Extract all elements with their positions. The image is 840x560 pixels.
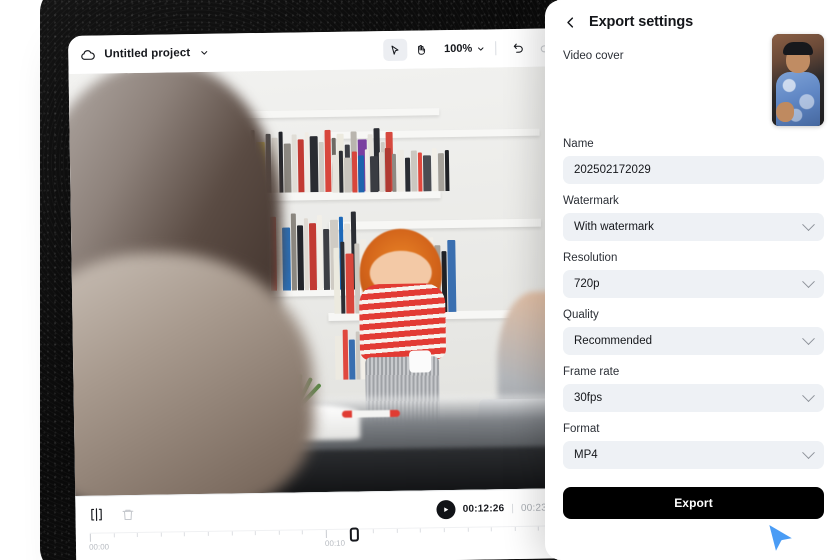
ruler-label-0: 00:00 [88, 542, 110, 552]
export-button[interactable]: Export [563, 487, 824, 519]
hand-icon [415, 43, 428, 56]
current-time-label: 00:12:26 [462, 502, 505, 515]
format-select[interactable]: MP4 [563, 441, 824, 469]
hand-tool-button[interactable] [409, 38, 433, 60]
name-input[interactable]: 202502172029 [563, 156, 824, 184]
export-settings-panel: Export settings Video cover Name 2025021… [545, 0, 840, 560]
ruler-label-1: 00:10 [324, 538, 346, 549]
editor-toolbar: Untitled project 100% [68, 28, 569, 74]
frame-rate-select[interactable]: 30fps [563, 384, 824, 412]
trash-icon[interactable] [121, 508, 134, 521]
quality-label: Quality [563, 309, 599, 321]
resolution-select[interactable]: 720p [563, 270, 824, 298]
field-watermark: Watermark With watermark [563, 195, 824, 241]
toolbar-divider [495, 41, 497, 56]
watermark-select[interactable]: With watermark [563, 213, 824, 241]
project-chevron-down-icon[interactable] [199, 48, 209, 58]
format-value: MP4 [574, 449, 598, 461]
quality-select[interactable]: Recommended [563, 327, 824, 355]
export-settings-form: Name 202502172029 Watermark With waterma… [545, 138, 840, 469]
watermark-value: With watermark [574, 221, 654, 233]
undo-icon [512, 41, 525, 54]
timeline-panel: 00:12:26 | 00:23:21 00:00 00:10 [75, 488, 576, 560]
chevron-down-icon [802, 388, 815, 402]
frame-rate-label: Frame rate [563, 366, 620, 378]
select-tool-button[interactable] [382, 38, 408, 62]
zoom-control[interactable]: 100% [444, 42, 485, 55]
chevron-down-icon [802, 445, 815, 459]
split-clip-icon[interactable] [89, 508, 103, 522]
watermark-label: Watermark [563, 195, 619, 207]
video-frame-image [68, 66, 576, 496]
field-name: Name 202502172029 [563, 138, 824, 184]
quality-value: Recommended [574, 335, 652, 347]
chevron-down-icon [802, 331, 815, 345]
field-resolution: Resolution 720p [563, 252, 824, 298]
field-frame-rate: Frame rate 30fps [563, 366, 824, 412]
cloud-icon [80, 47, 95, 62]
time-separator: | [511, 502, 515, 514]
project-name-label[interactable]: Untitled project [104, 47, 190, 60]
resolution-label: Resolution [563, 252, 618, 264]
panel-header: Export settings [545, 0, 840, 38]
name-value: 202502172029 [574, 164, 651, 176]
export-action-area: Export [545, 480, 840, 519]
frame-rate-value: 30fps [574, 392, 603, 404]
play-button[interactable] [436, 499, 456, 519]
page-title: Export settings [589, 14, 694, 30]
app-root: Untitled project 100% 00:12:26 | 00:23:2… [0, 0, 840, 560]
video-cover-section: Video cover [545, 34, 840, 138]
play-icon [443, 500, 450, 518]
video-cover-thumbnail[interactable] [772, 34, 824, 126]
undo-button[interactable] [506, 37, 530, 59]
resolution-value: 720p [574, 278, 600, 290]
zoom-level-label: 100% [444, 42, 473, 56]
video-editor-window: Untitled project 100% 00:12:26 | 00:23:2… [68, 28, 577, 560]
field-format: Format MP4 [563, 423, 824, 469]
video-cover-label: Video cover [563, 50, 624, 62]
chevron-left-icon[interactable] [563, 15, 578, 30]
cursor-arrow-icon [389, 43, 402, 56]
format-label: Format [563, 423, 600, 435]
chevron-down-icon [802, 217, 815, 231]
timeline-playhead[interactable] [349, 527, 359, 542]
name-label: Name [563, 138, 594, 150]
video-preview-canvas[interactable] [68, 66, 576, 496]
chevron-down-icon [802, 274, 815, 288]
field-quality: Quality Recommended [563, 309, 824, 355]
zoom-chevron-down-icon [476, 44, 485, 53]
